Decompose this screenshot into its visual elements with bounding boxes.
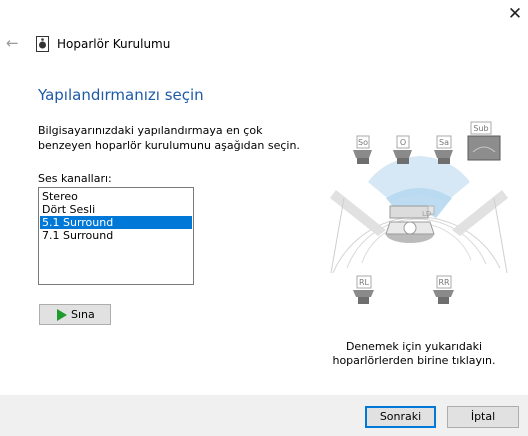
speaker-setup-window: ✕ ← Hoparlör Kurulumu Yapılandırmanızı s… [0,0,528,436]
speaker-rear-left-label: RL [359,278,370,287]
window-title: Hoparlör Kurulumu [57,37,171,51]
listener-icon: LD [385,205,435,243]
speaker-rear-left[interactable]: RL [353,275,374,304]
speaker-front-left-label: So [358,138,368,147]
speaker-subwoofer-label: Sub [473,124,488,133]
speaker-front-left[interactable]: So [353,135,372,164]
diagram-hint: Denemek için yukarıdaki hoparlörlerden b… [318,340,510,368]
diagram-center-tag: LD [422,210,431,218]
diagram-hint-line-2: hoparlörlerden birine tıklayın. [332,354,496,367]
instructions-line-2: benzeyen hoparlör kurulumunu aşağıdan se… [38,139,300,152]
channels-listbox[interactable]: Stereo Dört Sesli 5.1 Surround 7.1 Surro… [38,187,194,285]
test-button-label: Sına [71,308,95,321]
diagram-hint-line-1: Denemek için yukarıdaki [345,340,483,353]
speaker-center-label: O [400,138,406,147]
title-bar: ✕ ← Hoparlör Kurulumu [0,0,528,66]
next-button[interactable]: Sonraki [365,406,436,428]
cancel-button[interactable]: İptal [447,406,519,428]
instructions-line-1: Bilgisayarınızdaki yapılandırmaya en çok [38,124,263,137]
speaker-front-right-label: Sa [439,138,449,147]
channel-item-7-1-surround[interactable]: 7.1 Surround [40,229,192,242]
back-arrow-icon[interactable]: ← [6,35,22,51]
instructions-text: Bilgisayarınızdaki yapılandırmaya en çok… [38,123,300,153]
close-icon[interactable]: ✕ [506,5,524,23]
channel-item-5-1-surround[interactable]: 5.1 Surround [40,216,192,229]
speaker-rear-right-label: RR [438,278,450,287]
channel-item-stereo[interactable]: Stereo [40,190,192,203]
speaker-rear-right[interactable]: RR [433,275,454,304]
test-button[interactable]: Sına [39,304,111,325]
speaker-icon [36,36,49,52]
channel-item-quadraphonic[interactable]: Dört Sesli [40,203,192,216]
channels-label: Ses kanalları: [38,172,112,185]
play-icon [57,309,67,321]
page-heading: Yapılandırmanızı seçin [38,86,204,104]
speaker-diagram: LD So O Sa Sub RL RR [330,121,508,304]
speaker-subwoofer[interactable]: Sub [467,121,501,161]
